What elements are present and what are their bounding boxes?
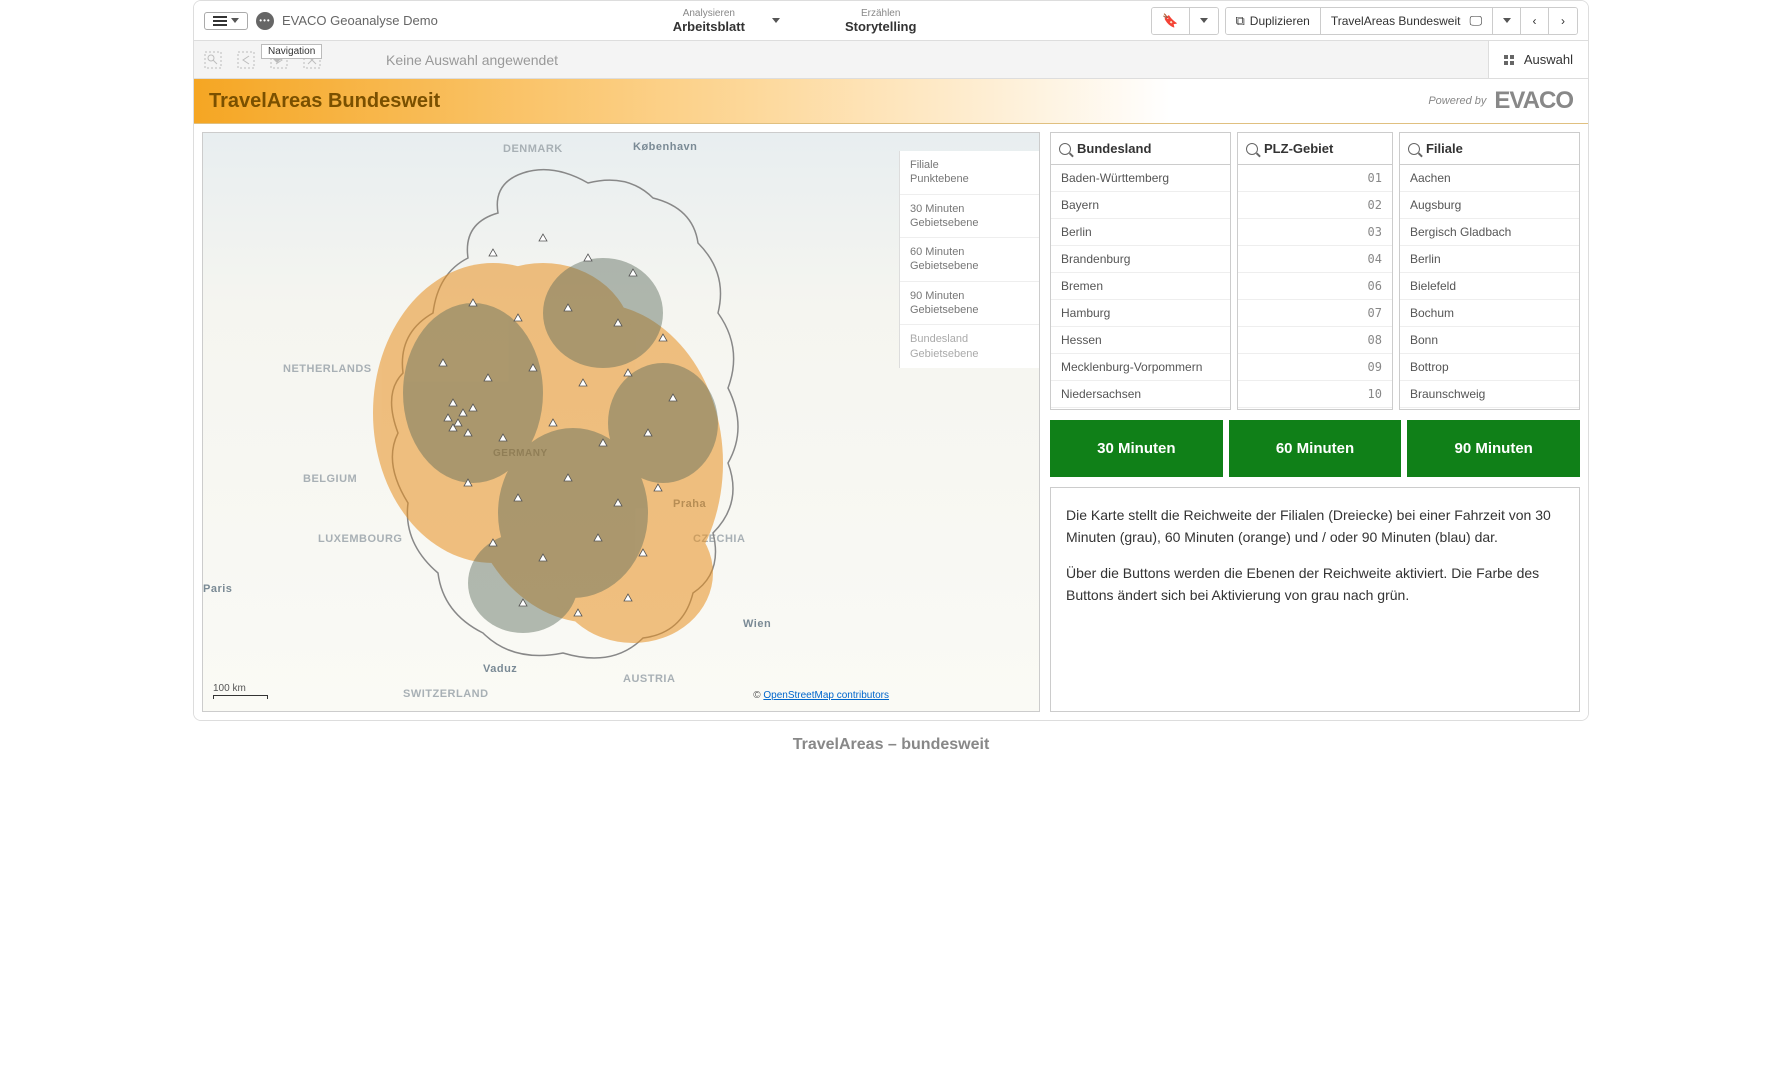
layer-item-bundesland[interactable]: BundeslandGebietsebene [900, 325, 1039, 368]
top-toolbar: ••• EVACO Geoanalyse Demo Analysieren Ar… [194, 1, 1588, 41]
navigation-tooltip: Navigation [261, 44, 322, 59]
sheet-title-bar: TravelAreas Bundesweit Powered by EVACO [194, 79, 1588, 124]
list-item[interactable]: Bayern [1051, 192, 1230, 219]
list-item[interactable]: Bonn [1400, 327, 1579, 354]
content-area: DENMARK København NETHERLANDS BELGIUM LU… [194, 124, 1588, 720]
figure-caption: TravelAreas – bundesweit [0, 721, 1782, 769]
duplicate-button[interactable]: ⧉ Duplizieren [1226, 8, 1321, 34]
chevron-down-icon [1200, 18, 1208, 23]
grid-icon [1504, 55, 1514, 65]
sheet-dropdown[interactable] [1493, 8, 1521, 34]
tab-analyze[interactable]: Analysieren Arbeitsblatt [663, 4, 755, 38]
list-item[interactable]: Bottrop [1400, 354, 1579, 381]
list-item[interactable]: Bremen [1051, 273, 1230, 300]
toolbar-center: Analysieren Arbeitsblatt Erzählen Storyt… [446, 4, 1143, 38]
button-90min[interactable]: 90 Minuten [1407, 420, 1580, 477]
list-item[interactable]: 06 [1238, 273, 1392, 300]
selection-tool-button[interactable]: Auswahl [1488, 41, 1588, 78]
map-panel[interactable]: DENMARK København NETHERLANDS BELGIUM LU… [202, 132, 1040, 712]
chevron-down-icon [231, 18, 239, 23]
menu-button[interactable] [204, 12, 248, 30]
prev-sheet-button[interactable]: ‹ [1521, 8, 1549, 34]
right-panel: Bundesland Baden-WürttembergBayernBerlin… [1050, 132, 1580, 712]
layer-item-90min[interactable]: 90 MinutenGebietsebene [900, 282, 1039, 326]
filter-header-plz[interactable]: PLZ-Gebiet [1238, 133, 1392, 165]
app-icon: ••• [256, 12, 274, 30]
list-item[interactable]: Hamburg [1051, 300, 1230, 327]
osm-link[interactable]: OpenStreetMap contributors [763, 690, 889, 701]
list-item[interactable]: Mecklenburg-Vorpommern [1051, 354, 1230, 381]
scale-bar: 100 km [213, 683, 268, 699]
list-item[interactable]: Bochum [1400, 300, 1579, 327]
list-item[interactable]: 09 [1238, 354, 1392, 381]
toolbar-right: 🔖 ⧉ Duplizieren TravelAreas Bundesweit 🖵… [1151, 7, 1578, 35]
list-item[interactable]: 02 [1238, 192, 1392, 219]
list-item[interactable]: 01 [1238, 165, 1392, 192]
button-30min[interactable]: 30 Minuten [1050, 420, 1223, 477]
list-item[interactable]: Bergisch Gladbach [1400, 219, 1579, 246]
search-icon [1246, 143, 1258, 155]
app-title: EVACO Geoanalyse Demo [282, 13, 438, 28]
sheet-selector[interactable]: TravelAreas Bundesweit 🖵 [1321, 8, 1493, 34]
layer-item-filiale[interactable]: FilialePunktebene [900, 151, 1039, 195]
search-icon [1059, 143, 1071, 155]
germany-map-shape [343, 163, 783, 683]
list-item[interactable]: 10 [1238, 381, 1392, 408]
list-item[interactable]: 04 [1238, 246, 1392, 273]
description-box: Die Karte stellt die Reichweite der Fili… [1050, 487, 1580, 712]
map-attribution: © OpenStreetMap contributors [753, 690, 889, 701]
filter-header-bundesland[interactable]: Bundesland [1051, 133, 1230, 165]
filter-filiale: Filiale AachenAugsburgBergisch GladbachB… [1399, 132, 1580, 410]
filter-plz: PLZ-Gebiet 010203040607080910 [1237, 132, 1393, 410]
list-item[interactable]: 03 [1238, 219, 1392, 246]
chevron-down-icon [772, 18, 780, 23]
next-sheet-button[interactable]: › [1549, 8, 1577, 34]
sheet-title: TravelAreas Bundesweit [209, 90, 440, 113]
list-item[interactable]: Aachen [1400, 165, 1579, 192]
list-item[interactable]: Berlin [1400, 246, 1579, 273]
bookmark-button[interactable]: 🔖 [1152, 8, 1189, 34]
list-item[interactable]: Berlin [1051, 219, 1230, 246]
screen-icon: 🖵 [1469, 13, 1482, 29]
filter-header-filiale[interactable]: Filiale [1400, 133, 1579, 165]
chevron-left-icon: ‹ [1533, 14, 1537, 28]
bookmark-icon: 🔖 [1162, 13, 1178, 29]
powered-by-label: Powered by [1428, 95, 1486, 107]
hamburger-icon [213, 16, 227, 26]
list-item[interactable]: Baden-Württemberg [1051, 165, 1230, 192]
layer-item-30min[interactable]: 30 MinutenGebietsebene [900, 195, 1039, 239]
list-item[interactable]: Augsburg [1400, 192, 1579, 219]
filter-bundesland: Bundesland Baden-WürttembergBayernBerlin… [1050, 132, 1231, 410]
list-item[interactable]: Niedersachsen [1051, 381, 1230, 408]
chevron-down-icon [1503, 18, 1511, 23]
list-item[interactable]: Braunschweig [1400, 381, 1579, 408]
list-item[interactable]: 07 [1238, 300, 1392, 327]
copy-icon: ⧉ [1236, 13, 1245, 29]
bookmark-dropdown[interactable] [1190, 8, 1218, 34]
list-item[interactable]: Hessen [1051, 327, 1230, 354]
layer-item-60min[interactable]: 60 MinutenGebietsebene [900, 238, 1039, 282]
button-60min[interactable]: 60 Minuten [1229, 420, 1402, 477]
search-icon [1408, 143, 1420, 155]
map-layer-list: FilialePunktebene 30 MinutenGebietsebene… [899, 151, 1039, 368]
tab-storytelling[interactable]: Erzählen Storytelling [835, 4, 927, 38]
chevron-right-icon: › [1561, 14, 1565, 28]
step-back-icon[interactable] [237, 51, 255, 69]
evaco-logo: EVACO [1494, 87, 1573, 115]
list-item[interactable]: 08 [1238, 327, 1392, 354]
smart-search-icon[interactable] [204, 51, 222, 69]
no-selection-text: Keine Auswahl angewendet [386, 52, 558, 68]
list-item[interactable]: Bielefeld [1400, 273, 1579, 300]
button-row: 30 Minuten 60 Minuten 90 Minuten [1050, 420, 1580, 477]
list-item[interactable]: Brandenburg [1051, 246, 1230, 273]
selection-bar: Navigation Keine Auswahl angewendet Ausw… [194, 41, 1588, 79]
